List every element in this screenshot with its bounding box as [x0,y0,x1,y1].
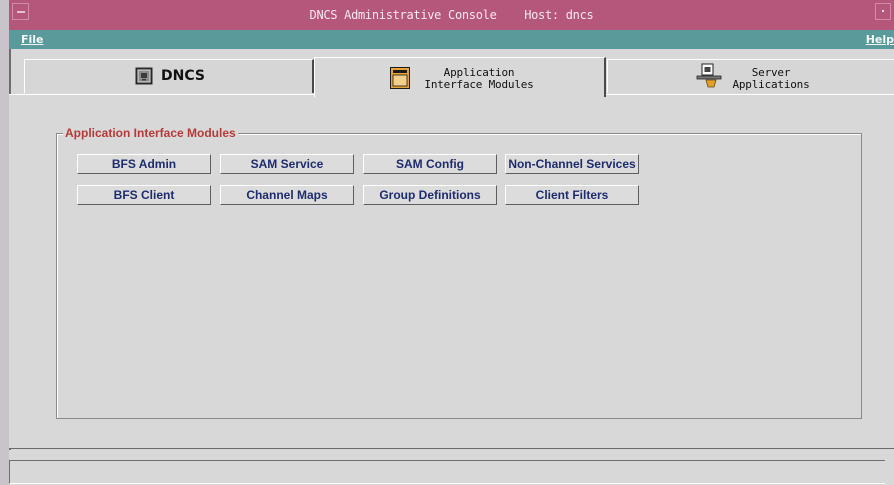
application-window: DNCS Administrative Console Host: dncs F… [0,0,894,485]
minimize-button[interactable] [875,3,891,20]
group-definitions-button[interactable]: Group Definitions [363,185,497,205]
group-title: Application Interface Modules [63,126,238,140]
menu-file-label: File [21,33,44,46]
tab-bar: DNCS Server Applications Application Int… [9,49,894,97]
server-app-icon [696,63,722,93]
sam-config-button[interactable]: SAM Config [363,154,497,174]
tab-dncs-label: DNCS [161,68,205,84]
tab-server-applications-label: Server Applications [732,66,810,91]
bfs-client-button[interactable]: BFS Client [77,185,211,205]
monitor-icon [135,67,153,89]
sam-service-button[interactable]: SAM Service [220,154,354,174]
tab-server-applications[interactable]: Server Applications [607,59,894,93]
menu-file[interactable]: File [21,33,44,46]
window-title: DNCS Administrative Console Host: dncs [309,8,594,22]
application-interface-modules-group: Application Interface Modules BFS Admin … [56,126,862,419]
menu-help-label: Help [865,33,894,46]
status-bar [9,460,885,484]
non-channel-services-button[interactable]: Non-Channel Services [505,154,639,174]
bfs-admin-button[interactable]: BFS Admin [77,154,211,174]
menu-help[interactable]: Help [866,33,894,46]
document-icon [390,67,410,93]
tab-dncs[interactable]: DNCS [24,59,314,93]
channel-maps-button[interactable]: Channel Maps [220,185,354,205]
tab-application-interface-modules[interactable]: Application Interface Modules [314,57,606,97]
tab-application-interface-modules-label: Application Interface Modules [424,66,534,91]
title-bar[interactable]: DNCS Administrative Console Host: dncs [9,0,894,30]
client-filters-button[interactable]: Client Filters [505,185,639,205]
window-frame: DNCS Administrative Console Host: dncs F… [9,0,894,485]
main-panel: Application Interface Modules BFS Admin … [9,94,894,449]
menu-bar: File Help [9,30,894,49]
